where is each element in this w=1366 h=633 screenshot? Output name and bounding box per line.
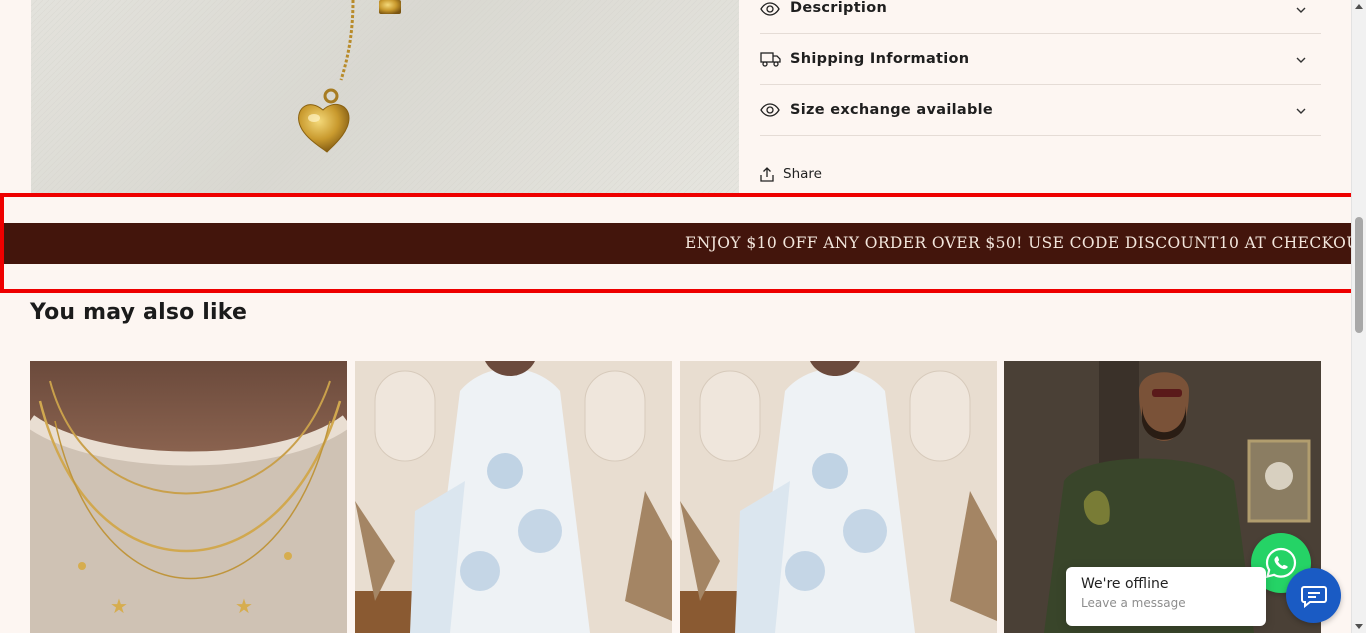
share-label: Share <box>783 166 822 182</box>
product-accordion: Description Shipping Information Size ex… <box>760 0 1321 182</box>
scroll-down-icon[interactable] <box>1355 624 1363 629</box>
accordion-label: Description <box>790 0 888 16</box>
eye-icon <box>760 101 782 119</box>
accordion-label: Size exchange available <box>790 102 994 118</box>
product-image: ★ ★ <box>30 361 347 633</box>
share-icon <box>760 166 774 182</box>
page-scrollbar[interactable] <box>1351 0 1366 633</box>
chevron-down-icon <box>1295 104 1307 116</box>
scrollbar-thumb[interactable] <box>1355 217 1363 333</box>
live-chat-button[interactable] <box>1286 568 1341 623</box>
truck-icon <box>760 50 782 68</box>
scroll-up-icon[interactable] <box>1355 4 1363 9</box>
necklace-photo <box>31 0 739 193</box>
share-button[interactable]: Share <box>760 166 830 182</box>
accordion-size-exchange[interactable]: Size exchange available <box>760 85 1321 136</box>
svg-text:★: ★ <box>235 596 253 618</box>
accordion-shipping[interactable]: Shipping Information <box>760 34 1321 85</box>
announcement-text: ENJOY $10 OFF ANY ORDER OVER $50! USE CO… <box>685 234 1352 252</box>
announcement-bar: ENJOY $10 OFF ANY ORDER OVER $50! USE CO… <box>4 223 1352 264</box>
svg-text:★: ★ <box>110 596 128 618</box>
accordion-label: Shipping Information <box>790 51 970 67</box>
product-card[interactable]: ★ ★ <box>30 361 347 633</box>
chat-bubble-icon <box>1300 585 1327 608</box>
offline-chat-bubble[interactable]: We're offline Leave a message <box>1066 567 1266 626</box>
offline-title: We're offline <box>1081 576 1169 592</box>
chevron-down-icon <box>1295 3 1307 15</box>
chevron-down-icon <box>1295 53 1307 65</box>
product-card[interactable] <box>680 361 997 633</box>
product-image <box>680 361 997 633</box>
product-page: Description Shipping Information Size ex… <box>0 0 1366 633</box>
product-image <box>355 361 672 633</box>
accordion-description[interactable]: Description <box>760 0 1321 34</box>
eye-icon <box>760 0 782 18</box>
product-card[interactable] <box>355 361 672 633</box>
whatsapp-icon <box>1265 547 1297 579</box>
product-image[interactable] <box>31 0 739 193</box>
offline-subtitle: Leave a message <box>1081 596 1186 610</box>
related-products-title: You may also like <box>30 300 248 325</box>
